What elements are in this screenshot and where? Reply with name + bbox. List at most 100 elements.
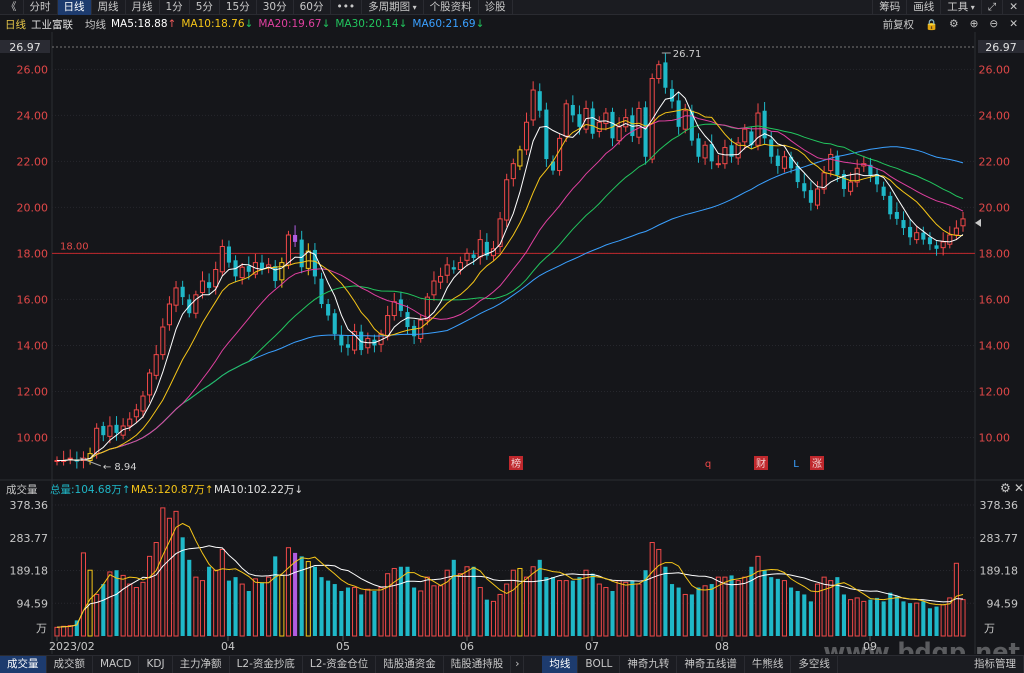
candle-body-down [326,304,331,316]
candle-body-up [616,126,622,142]
volume-bar-down [372,590,377,636]
more-periods-button[interactable]: ••• [331,0,363,15]
candle-body-down [101,425,106,436]
tab-60min[interactable]: 60分 [294,0,331,15]
tab-weekly[interactable]: 周线 [92,0,126,15]
volume-bar-down [874,597,880,636]
volume-bar-down [841,594,847,636]
candle-body-down [273,266,278,282]
candle-body-down [114,424,119,433]
volume-bar-up [477,587,483,637]
volume-bar-down [226,580,231,636]
stock-profile-button[interactable]: 个股资料 [424,0,479,15]
volume-bar-down [881,601,886,636]
volume-bar-down [187,559,192,636]
kline-chart[interactable]: 26.00 26.00 24.00 24.00 22.00 22.00 20.00 20.00… [0,32,1024,654]
tab-boll[interactable]: BOLL [578,656,621,673]
candle-body-up [127,418,133,427]
tab-monthly[interactable]: 月线 [126,0,160,15]
tab-kdj[interactable]: KDJ [139,656,173,673]
candle-body-up [914,232,920,241]
tab-daily[interactable]: 日线 [57,0,92,15]
tab-volume[interactable]: 成交量 [0,656,47,673]
lock-icon[interactable]: 🔒 [925,18,938,31]
close-icon[interactable]: ✕ [1002,0,1024,15]
candle-body-up [140,395,146,412]
kline-legend: 日线 工业富联 均线 MA5:18.88↑ MA10:18.76↓ MA20:1… [0,16,1024,32]
tab-5min[interactable]: 5分 [190,0,220,15]
price-axis-label-right: 26.00 [979,63,1011,76]
volume-bar-down [927,608,932,636]
volume-bar-up [464,566,470,637]
price-axis-label-left: 16.00 [17,293,49,306]
tab-turnover[interactable]: 成交额 [47,656,93,673]
volume-bar-up [530,566,536,637]
candle-body-up [391,301,397,317]
tab-macd[interactable]: MACD [93,656,140,673]
adjust-mode[interactable]: 前复权 [883,17,915,32]
chips-button[interactable]: 筹码 [872,0,906,15]
zoom-out-icon[interactable]: ⊖ [989,18,998,30]
volume-bar-up [239,583,245,637]
candle-body-up [656,64,662,80]
candle-body-up [457,262,463,271]
close-panel-icon[interactable]: ✕ [1009,18,1018,30]
candle-body-up [285,234,292,266]
multi-period-dropdown[interactable]: 多周期图 [362,0,424,15]
volume-bar-down [293,552,298,636]
volume-bar-up [557,580,563,637]
draw-button[interactable]: 画线 [906,0,940,15]
candle-body-down [610,111,615,139]
ma-label[interactable]: 均线 [85,17,106,32]
candle-body-down [643,107,648,157]
volume-bar-down [789,587,794,636]
volume-bar-up [199,580,206,637]
tab-l2-bottom[interactable]: L2-资金抄底 [230,656,303,673]
tab-30min[interactable]: 30分 [257,0,294,15]
tab-northbound-fund[interactable]: 陆股通资金 [376,656,444,673]
candle-body-up [828,153,834,172]
volume-bar-up [147,555,153,637]
tab-main-net[interactable]: 主力净额 [173,656,230,673]
candle-body-up [563,103,569,137]
tab-long-short[interactable]: 多空线 [791,656,838,673]
event-marker-label: 涨 [812,458,822,470]
tab-ma[interactable]: 均线 [542,656,579,673]
candle-body-up [530,89,536,121]
volume-bar-down [669,584,675,636]
volume-bar-up [583,569,589,637]
candle-body-up [305,250,311,269]
tab-bull-bear[interactable]: 牛熊线 [745,656,792,673]
candle-body-up [67,457,73,460]
volume-bar-up [279,574,285,637]
volume-bar-down [894,596,899,636]
indicator-manage-button[interactable]: 指标管理 [967,656,1024,673]
tools-dropdown[interactable]: 工具 [940,0,981,15]
diagnose-button[interactable]: 诊股 [479,0,513,15]
tab-northbound-hold[interactable]: 陆股通持股 [444,656,512,673]
volume-bar-up [127,583,133,637]
tab-five-line[interactable]: 神奇五线谱 [677,656,745,673]
gear-icon[interactable]: ⚙ [949,18,958,30]
indicator-tabs: 成交量 成交额 MACD KDJ 主力净额 L2-资金抄底 L2-资金仓位 陆股… [0,655,1024,673]
tab-intraday[interactable]: 分时 [24,0,58,15]
tab-l2-position[interactable]: L2-资金仓位 [303,656,377,673]
tab-nine-turn[interactable]: 神奇九转 [620,656,678,673]
fullscreen-icon[interactable]: ⤢ [980,0,1002,15]
zoom-in-icon[interactable]: ⊕ [970,18,979,30]
period-toolbar: 《 分时 日线 周线 月线 1分 5分 15分 30分 60分 ••• 多周期图… [0,0,1024,15]
back-icon[interactable]: 《 [0,0,24,15]
volume-bar-down [332,584,337,636]
volume-bar-up [960,599,966,637]
tab-15min[interactable]: 15分 [220,0,257,15]
tab-1min[interactable]: 1分 [160,0,190,15]
chevron-right-icon[interactable]: › [511,656,525,673]
ma60-value: MA60:21.69↓ [412,18,485,30]
price-axis-label-left: 12.00 [17,385,49,398]
volume-bar-up [285,547,292,637]
volume-bar-up [735,580,741,637]
candle-body-up [107,425,113,437]
volume-bar-up [623,581,629,637]
volume-bar-down [590,573,595,636]
volume-bar-up [133,587,139,637]
